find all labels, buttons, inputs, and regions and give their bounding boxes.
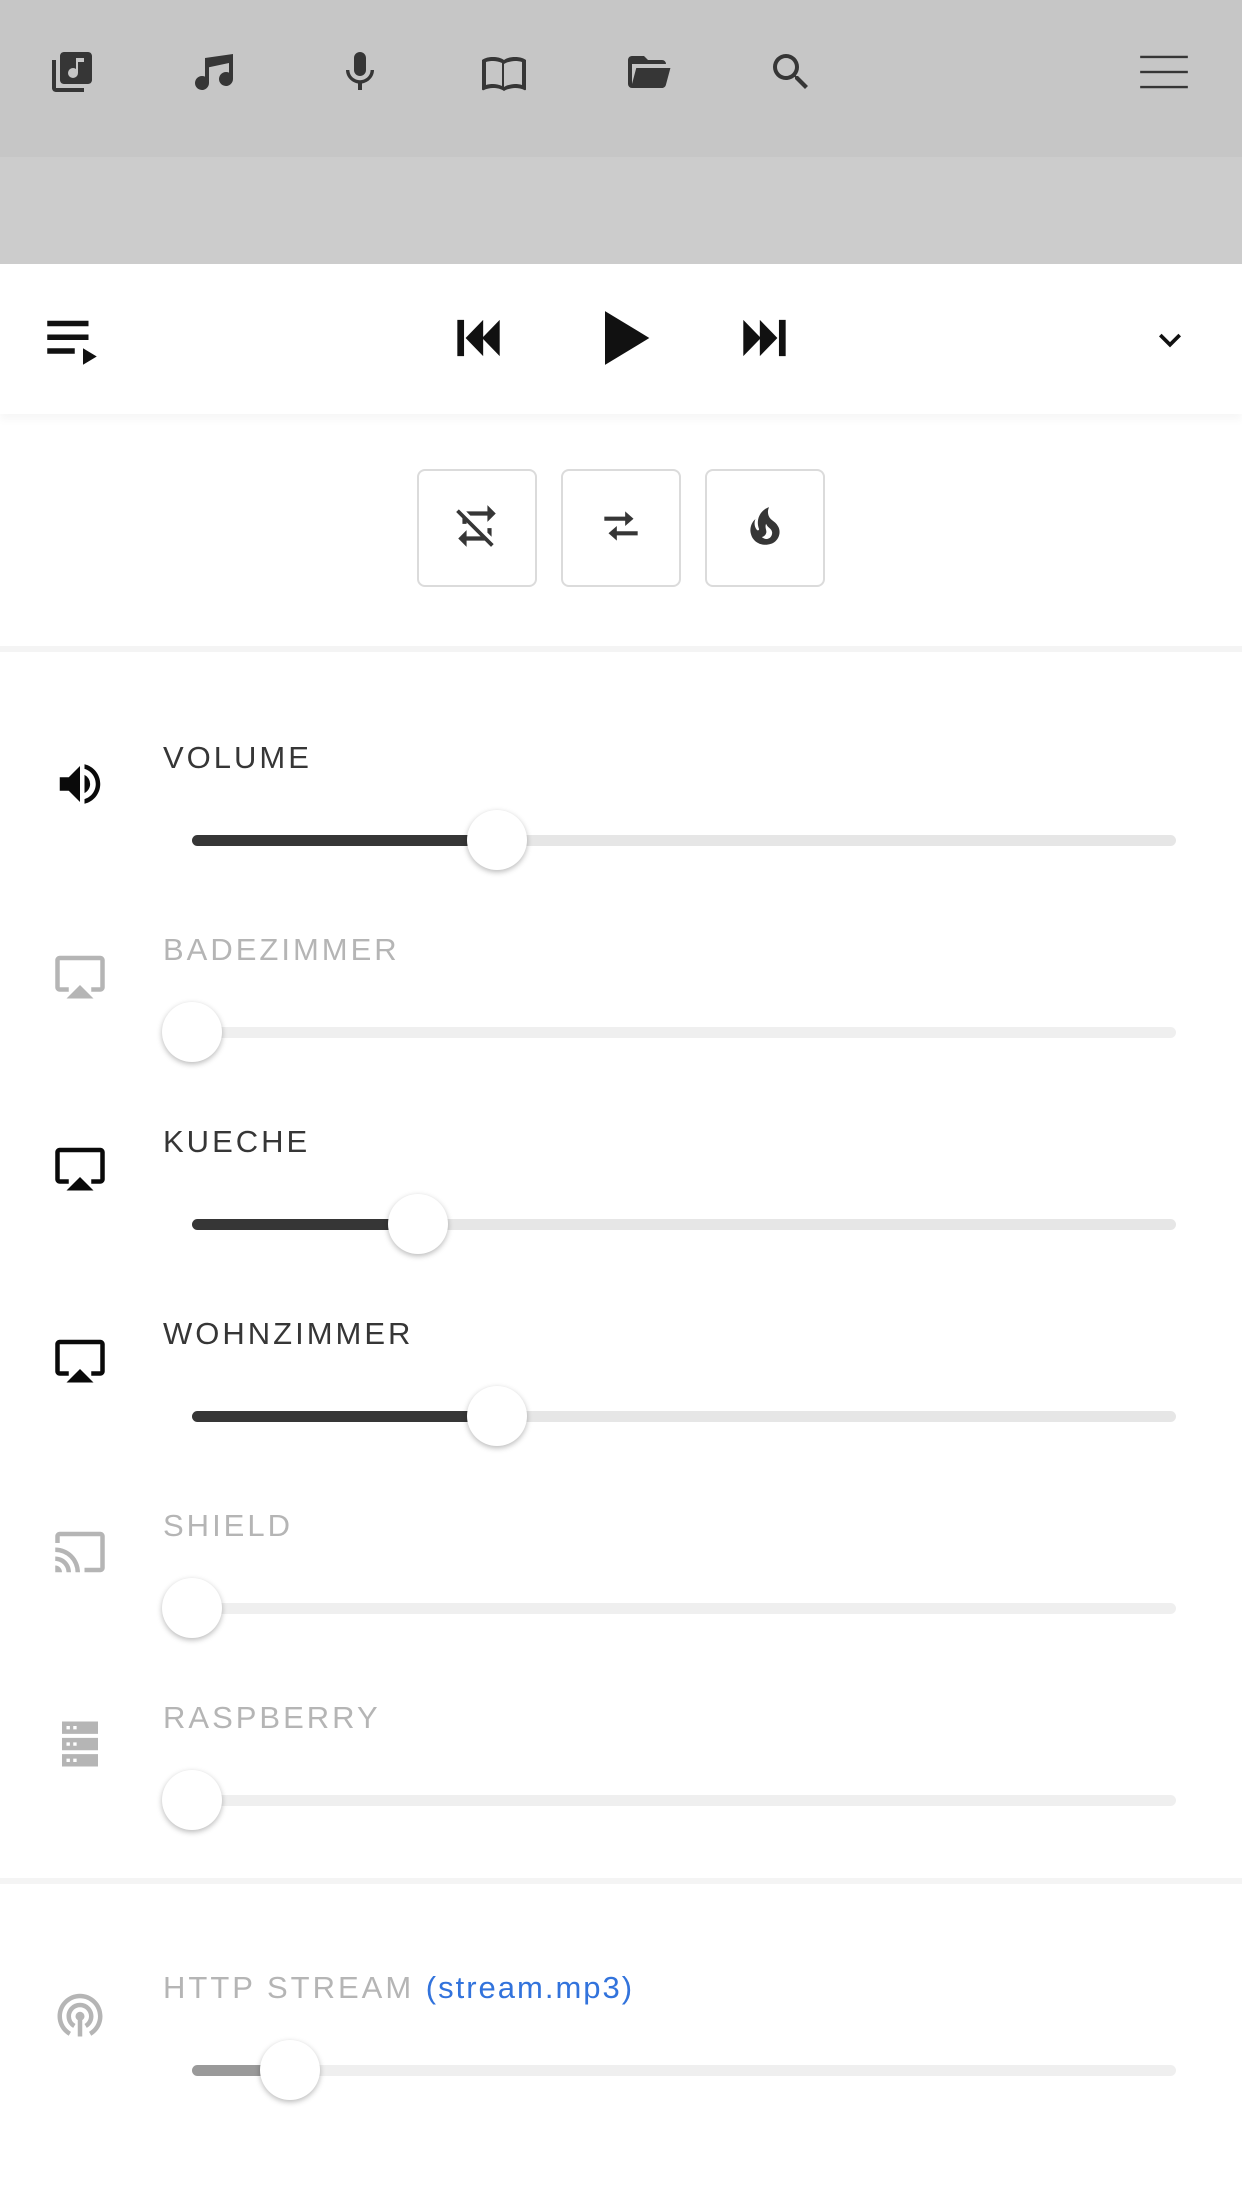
music-note-icon[interactable] xyxy=(187,44,243,100)
shuffle-button[interactable] xyxy=(561,469,681,587)
volume-slider[interactable] xyxy=(162,1770,1176,1830)
stream-title: HTTP STREAM xyxy=(163,1970,415,2005)
slider-fill xyxy=(192,835,498,846)
slider-thumb[interactable] xyxy=(467,1386,528,1446)
section-divider xyxy=(0,1878,1242,1884)
slider-track xyxy=(192,1603,1176,1614)
slider-thumb[interactable] xyxy=(162,1578,222,1638)
output-row-shield: SHIELD xyxy=(0,1454,1242,1646)
slider-thumb[interactable] xyxy=(162,1770,222,1830)
output-row-kueche: KUECHE xyxy=(0,1070,1242,1262)
output-row-http-stream: HTTP STREAM (stream.mp3) xyxy=(0,1916,1242,2108)
stream-label: HTTP STREAM (stream.mp3) xyxy=(163,1970,634,2006)
output-label: RASPBERRY xyxy=(163,1700,381,1735)
output-label: BADEZIMMER xyxy=(163,932,400,967)
output-row-wohnzimmer: WOHNZIMMER xyxy=(0,1262,1242,1454)
airplay-icon[interactable] xyxy=(52,948,108,1004)
music-library-icon[interactable] xyxy=(44,44,100,100)
output-label: WOHNZIMMER xyxy=(163,1316,414,1351)
slider-track xyxy=(192,1027,1176,1038)
volume-slider[interactable] xyxy=(162,1002,1176,1062)
output-label: KUECHE xyxy=(163,1124,311,1159)
server-icon[interactable] xyxy=(52,1716,108,1772)
output-label: SHIELD xyxy=(163,1508,293,1543)
cast-icon[interactable] xyxy=(52,1524,108,1580)
book-icon[interactable] xyxy=(476,44,532,100)
output-row-volume: VOLUME xyxy=(0,686,1242,878)
volume-slider[interactable] xyxy=(162,1578,1176,1638)
top-navbar xyxy=(0,0,1242,157)
slider-track xyxy=(192,2065,1176,2076)
hamburger-menu-icon[interactable] xyxy=(1136,44,1192,100)
playback-modes xyxy=(0,414,1242,650)
fire-icon xyxy=(740,501,790,556)
volume-high-icon[interactable] xyxy=(52,756,108,812)
repeat-off-icon xyxy=(452,501,502,556)
volume-slider[interactable] xyxy=(192,1386,1176,1446)
slider-thumb[interactable] xyxy=(467,810,528,870)
skip-previous-icon[interactable] xyxy=(446,306,510,370)
slider-fill xyxy=(192,1411,498,1422)
player-bar xyxy=(0,264,1242,414)
output-row-badezimmer: BADEZIMMER xyxy=(0,878,1242,1070)
output-row-raspberry: RASPBERRY xyxy=(0,1646,1242,1838)
shuffle-off-icon xyxy=(596,501,646,556)
stream-volume-slider[interactable] xyxy=(192,2040,1176,2100)
volume-slider[interactable] xyxy=(192,810,1176,870)
play-icon[interactable] xyxy=(586,300,662,376)
microphone-icon[interactable] xyxy=(332,44,388,100)
airplay-icon[interactable] xyxy=(52,1140,108,1196)
slider-track xyxy=(192,1795,1176,1806)
consume-button[interactable] xyxy=(705,469,825,587)
output-label: VOLUME xyxy=(163,740,312,775)
playlist-play-icon[interactable] xyxy=(36,310,108,370)
slider-thumb[interactable] xyxy=(162,1002,222,1062)
chevron-down-icon[interactable] xyxy=(1146,316,1194,364)
skip-next-icon[interactable] xyxy=(733,306,797,370)
secondary-bar xyxy=(0,157,1242,264)
section-divider xyxy=(0,646,1242,652)
stream-link[interactable]: (stream.mp3) xyxy=(426,1970,634,2005)
slider-thumb[interactable] xyxy=(388,1194,449,1254)
slider-fill xyxy=(192,1219,419,1230)
access-point-icon[interactable] xyxy=(52,1986,108,2042)
repeat-button[interactable] xyxy=(417,469,537,587)
search-icon[interactable] xyxy=(763,44,819,100)
airplay-icon[interactable] xyxy=(52,1332,108,1388)
folder-open-icon[interactable] xyxy=(620,44,676,100)
volume-slider[interactable] xyxy=(192,1194,1176,1254)
slider-thumb[interactable] xyxy=(260,2040,321,2100)
